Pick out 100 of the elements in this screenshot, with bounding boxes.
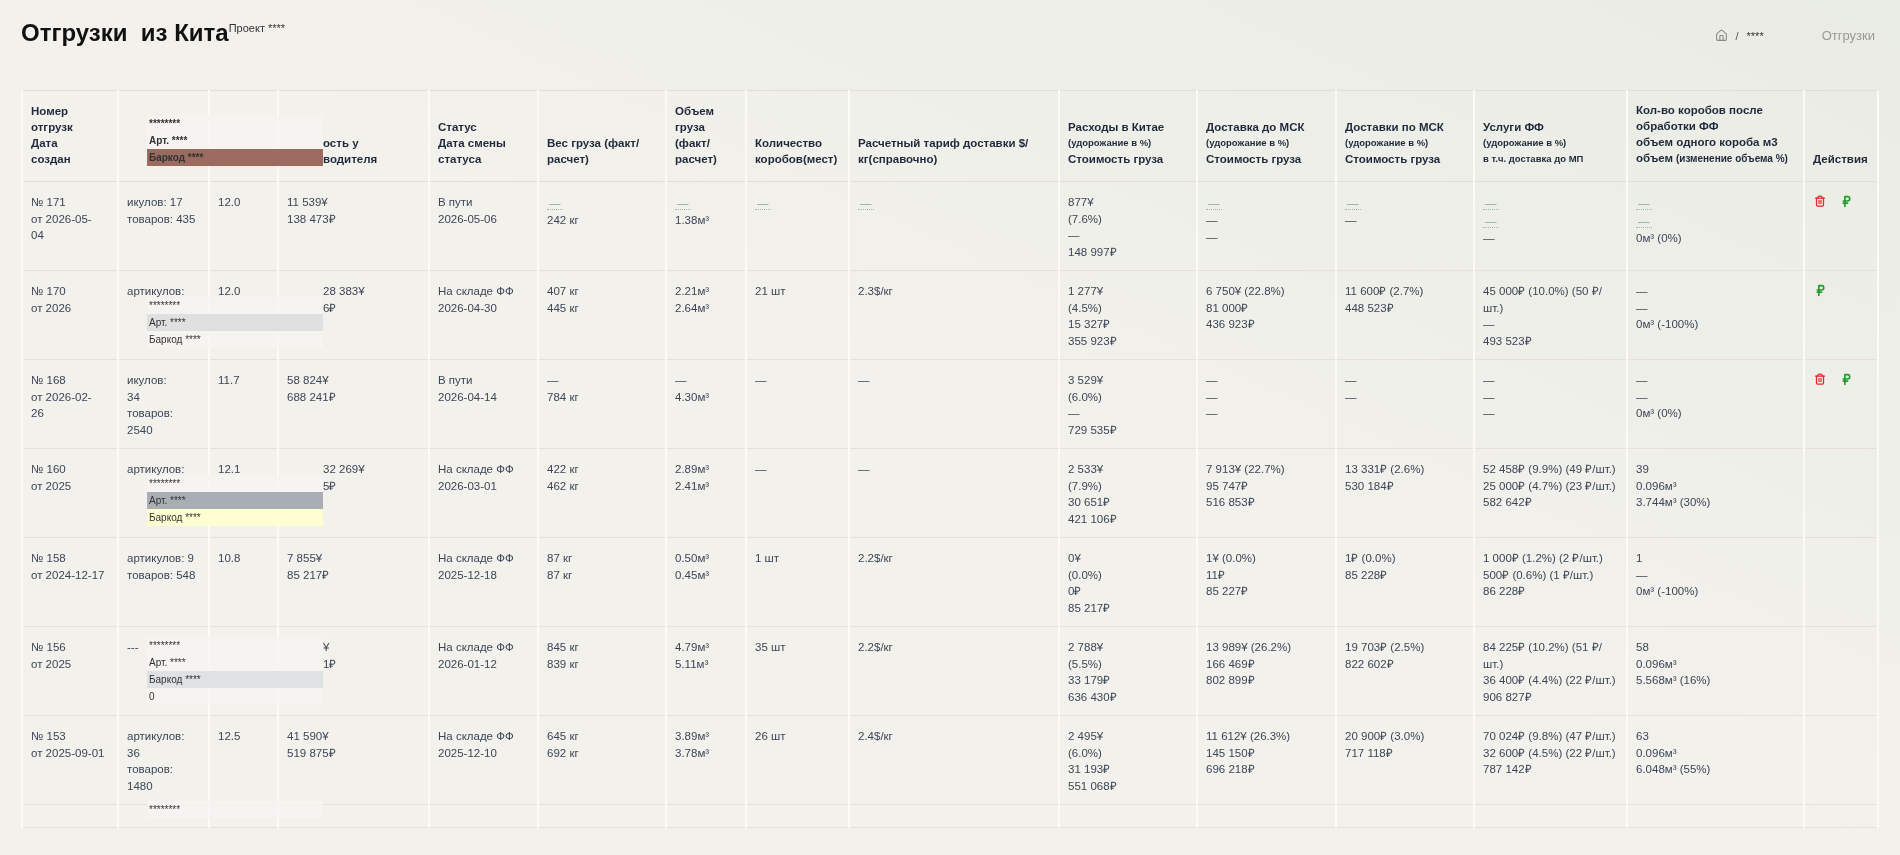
cell-text: 530 184₽ [1345,478,1394,494]
popup-line: Баркод **** [148,333,202,347]
cell-text: 0.096м³ [1636,745,1677,761]
cell-text: 4.79м³ [675,640,710,655]
delete-button[interactable] [1813,372,1827,386]
cell-text: 645 кг [547,729,579,744]
cell-text: 519 875₽ [287,745,336,761]
cell-text: — [755,462,767,477]
breadcrumb-link[interactable]: **** [1746,27,1764,44]
cell-text: — [675,373,687,388]
cell-text: 3.89м³ [675,729,710,744]
cell-text: 20 900₽ (3.0%) [1345,729,1425,744]
column-header: Расходы в Китае [1068,120,1166,135]
cell-text: 31 193₽ [1068,762,1111,777]
cell-text: 2026-04-14 [438,389,497,405]
column-header: Стоимость груза [1068,152,1165,167]
cell-text: 2 788¥ [1068,640,1104,655]
cell-text: — [1636,373,1648,388]
cell-text: 2540 [127,422,153,438]
cell-text: 242 кг [547,213,579,228]
cell-text: 4.30м³ [675,389,710,405]
cell-text: 3 529¥ [1068,373,1104,388]
cell-text: — [1206,389,1218,405]
cell-text: 355 923₽ [1068,333,1117,349]
cell-text: 21 шт [755,284,786,299]
column-header: объем (изменение объема %) [1636,151,1789,166]
editable-value[interactable]: — [1636,197,1652,210]
cell-text: 0м³ (-100%) [1636,584,1699,599]
cell-text: — [1206,229,1218,245]
editable-value[interactable]: — [858,197,874,210]
popup-line: Арт. **** [148,134,189,148]
column-header: (удорожание в %) [1345,136,1430,150]
cell-text: 1₽ (0.0%) [1345,551,1396,566]
cell-text: — [1483,317,1495,332]
column-header: Стоимость груза [1345,152,1442,167]
column-header: Расчетный тариф доставки $/кг(справочно) [858,136,1030,167]
cell-text: 2026-03-01 [438,478,497,494]
cell-text: На складе ФФ [438,729,514,744]
page-title: Отгрузки из Кита [21,18,229,48]
cell-text: 85 227₽ [1206,584,1249,599]
cell-text: 636 430₽ [1068,689,1117,705]
editable-value[interactable]: — [675,197,691,210]
cell-text: --- [127,640,139,655]
cell-text: 12.0 [218,195,241,210]
cell-text: 1.38м³ [675,213,710,228]
cell-text: На складе ФФ [438,640,514,655]
editable-value[interactable]: — [1636,215,1652,228]
cell-text: 6.048м³ (55%) [1636,762,1711,777]
cell-text: 32 269¥ [323,462,365,477]
cell-text: 26 шт [755,729,786,744]
popup-line: ******** [148,639,182,653]
cell-text: — [1483,406,1495,421]
cell-text: — [1345,373,1357,388]
cell-text: 12.5 [218,729,241,744]
cell-text: 13 989¥ (26.2%) [1206,640,1292,655]
cell-text: — [858,462,870,477]
column-header: объем одного короба м3 [1636,135,1779,150]
cell-text: 32 600₽ (4.5%) (22 ₽/шт.) [1483,745,1616,761]
cell-text: 1₽ [323,656,337,672]
cell-text: 58 824¥ [287,373,329,388]
cell-text: 33 179₽ [1068,673,1111,688]
cell-text: 3.744м³ (30%) [1636,495,1711,510]
cell-text: товаров: [127,406,173,421]
popup-line: ******** [148,117,182,131]
cell-text: 3.78м³ [675,745,710,761]
cell-text: 36 [127,745,140,761]
delete-button[interactable] [1813,194,1827,208]
cell-text: 822 602₽ [1345,656,1394,672]
cell-text: 70 024₽ (9.8%) (47 ₽/шт.) [1483,729,1616,744]
cell-text: — [1483,373,1495,388]
editable-value[interactable]: — [755,197,771,210]
home-icon[interactable] [1714,29,1728,43]
cell-text: 41 590¥ [287,729,329,744]
cell-text: — [1636,567,1648,583]
editable-value[interactable]: — [1345,197,1361,210]
cell-text: 85 217₽ [287,567,330,583]
editable-value[interactable]: — [547,197,563,210]
editable-value[interactable]: — [1206,197,1222,210]
cell-text: от 2025 [31,656,72,672]
cell-text: 2.64м³ [675,300,710,316]
cell-text: № 156 [31,640,66,655]
cell-text: 516 853₽ [1206,495,1255,510]
cell-text: 2.2$/кг [858,640,893,655]
cell-text: — [547,373,559,388]
column-header: создан [31,152,72,167]
cell-text: 0₽ [1068,584,1082,599]
editable-value[interactable]: — [1483,215,1499,228]
cell-text: икулов: [127,373,167,388]
cell-text: 802 899₽ [1206,673,1255,688]
column-header: Статус [438,120,478,135]
cell-text: — [858,373,870,388]
editable-value[interactable]: — [1483,197,1499,210]
cell-text: 39 [1636,462,1649,477]
cell-text: 1 000₽ (1.2%) (2 ₽/шт.) [1483,551,1603,566]
cell-text: 145 150₽ [1206,745,1255,761]
trash-icon [1814,373,1826,385]
cell-text: 787 142₽ [1483,762,1532,777]
cell-text: 11 539¥ [287,195,328,210]
cell-text: 6 750¥ (22.8%) [1206,284,1285,299]
cell-text: 1 [1636,551,1643,566]
